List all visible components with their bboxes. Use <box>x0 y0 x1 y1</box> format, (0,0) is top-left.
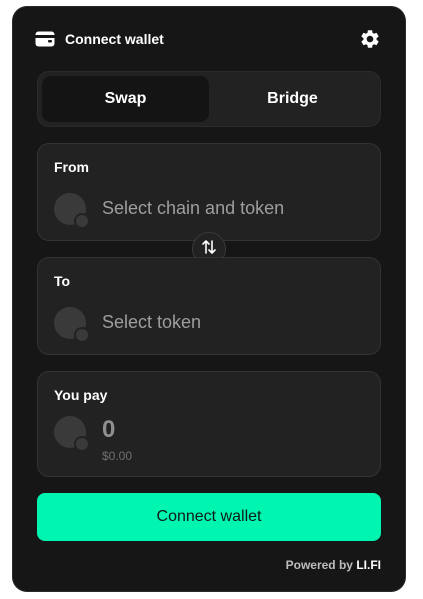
powered-by-text: Powered by <box>285 558 353 572</box>
tab-swap[interactable]: Swap <box>42 76 209 122</box>
you-pay-label: You pay <box>54 387 108 403</box>
connect-wallet-button[interactable]: Connect wallet <box>37 493 381 541</box>
pay-chain-avatar <box>74 436 90 452</box>
to-label: To <box>54 273 71 289</box>
fiat-value: $0.00 <box>102 449 133 463</box>
pay-token-avatar <box>54 416 90 452</box>
to-placeholder: Select token <box>102 312 202 332</box>
amount-input[interactable]: 0 <box>102 416 115 444</box>
you-pay-card: You pay 0 $0.00 <box>37 371 381 477</box>
wallet-icon <box>35 30 55 48</box>
mode-tabs: Swap Bridge <box>37 71 381 127</box>
widget-container: Connect wallet Swap Bridge From Select c… <box>13 7 405 591</box>
lifi-brand: LI.FI <box>356 558 381 572</box>
from-label: From <box>54 159 89 175</box>
gear-icon[interactable] <box>359 28 381 50</box>
powered-by[interactable]: Powered by LI.FI <box>286 558 381 572</box>
from-token-avatar <box>54 193 90 229</box>
from-chain-avatar <box>74 213 90 229</box>
connect-wallet-link[interactable]: Connect wallet <box>35 30 164 48</box>
from-placeholder: Select chain and token <box>102 198 285 218</box>
from-token-selector[interactable]: From Select chain and token <box>37 143 381 241</box>
header-title: Connect wallet <box>65 31 164 47</box>
tab-bridge[interactable]: Bridge <box>209 76 376 122</box>
header: Connect wallet <box>35 29 381 49</box>
to-token-selector[interactable]: To Select token <box>37 257 381 355</box>
to-chain-avatar <box>74 327 90 343</box>
to-token-avatar <box>54 307 90 343</box>
